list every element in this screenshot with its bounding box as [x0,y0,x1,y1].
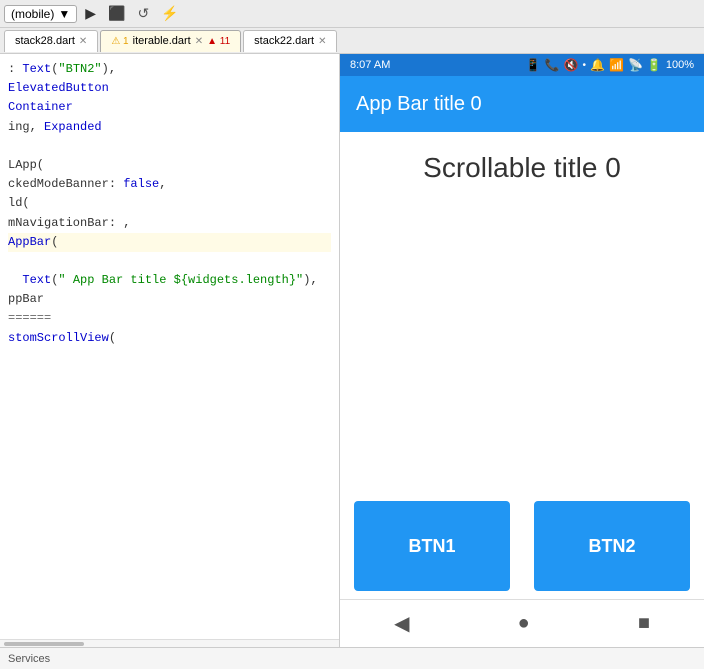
tab-iterable-close[interactable]: ✕ [195,36,203,47]
code-line-3: Container [8,100,73,114]
battery-percent: 100% [666,59,694,71]
tab-stack28-close[interactable]: ✕ [79,36,87,47]
phone-bottom-nav: ◀ ● ■ [340,599,704,647]
code-line-11: ppBar [8,292,44,306]
nav-home-icon[interactable]: ● [518,612,530,635]
btn1[interactable]: BTN1 [354,501,510,591]
tab-iterable-label: iterable.dart [133,35,191,47]
code-line-2: ElevatedButton [8,81,109,95]
code-line-6: ckedModeBanner: false, [8,177,166,191]
scrollable-title: Scrollable title 0 [423,152,621,184]
code-line-8: mNavigationBar: , [8,216,130,230]
code-line-9: AppBar( [8,233,331,252]
wifi-icon: 📶 [609,58,624,72]
phone-buttons-area: BTN1 BTN2 [340,493,704,599]
code-scrollbar-thumb [4,642,84,646]
tab-stack28-label: stack28.dart [15,35,75,47]
nav-recent-icon[interactable]: ■ [638,612,650,635]
tab-bar: stack28.dart ✕ ⚠ 1 iterable.dart ✕ ▲ 11 … [0,28,704,54]
dot-indicator: • [583,60,587,71]
btn2[interactable]: BTN2 [534,501,690,591]
nav-back-icon[interactable]: ◀ [394,611,409,636]
mute-icon: 🔇 [564,58,579,72]
warning-badge: ⚠ 1 [111,36,128,47]
run-icon[interactable]: ▶ [81,3,100,24]
lightning-icon[interactable]: ⚡ [157,3,182,24]
app-bar-title: App Bar title 0 [356,93,482,116]
phone-panel: 8:07 AM 📱 📞 🔇 • 🔔 📶 📡 🔋 100% App Bar tit… [340,54,704,647]
whatsapp-icon: 📱 [526,58,541,72]
stop-icon[interactable]: ⬛ [104,3,129,24]
signal-icon: 📡 [628,58,643,72]
code-line-1: : Text("BTN2"), [8,62,116,76]
code-panel: : Text("BTN2"), ElevatedButton Container… [0,54,340,647]
phone-body: Scrollable title 0 BTN1 BTN2 ◀ ● ■ [340,132,704,647]
phone-status-bar: 8:07 AM 📱 📞 🔇 • 🔔 📶 📡 🔋 100% [340,54,704,76]
main-area: : Text("BTN2"), ElevatedButton Container… [0,54,704,647]
status-time: 8:07 AM [350,59,390,71]
code-line-4: ing, Expanded [8,120,102,134]
code-line-12: ====== [8,311,51,325]
error-count: ▲ 11 [207,36,230,47]
tab-stack22-label: stack22.dart [254,35,314,47]
code-line-7: ld( [8,196,30,210]
code-line-13: stomScrollView( [8,331,116,345]
call-icon: 📞 [545,58,560,72]
bell-off-icon: 🔔 [590,58,605,72]
tab-stack22-close[interactable]: ✕ [318,36,326,47]
tab-stack22[interactable]: stack22.dart ✕ [243,30,337,52]
code-scrollbar[interactable] [0,639,339,647]
code-editor[interactable]: : Text("BTN2"), ElevatedButton Container… [0,54,339,639]
battery-icon: 🔋 [647,58,662,72]
phone-app-bar: App Bar title 0 [340,76,704,132]
device-selector-label: (mobile) [11,7,54,21]
tab-stack28[interactable]: stack28.dart ✕ [4,30,98,52]
device-selector[interactable]: (mobile) ▼ [4,5,77,23]
services-label: Services [8,653,50,665]
code-line-10: Text(" App Bar title ${widgets.length}")… [8,273,318,287]
code-line-5: LApp( [8,158,44,172]
status-icons: 📱 📞 🔇 • 🔔 📶 📡 🔋 100% [526,58,694,72]
services-bar: Services [0,647,704,669]
refresh-icon[interactable]: ↺ [133,3,153,24]
chevron-down-icon: ▼ [58,7,70,21]
tab-iterable[interactable]: ⚠ 1 iterable.dart ✕ ▲ 11 [100,30,241,52]
ide-top-bar: (mobile) ▼ ▶ ⬛ ↺ ⚡ [0,0,704,28]
